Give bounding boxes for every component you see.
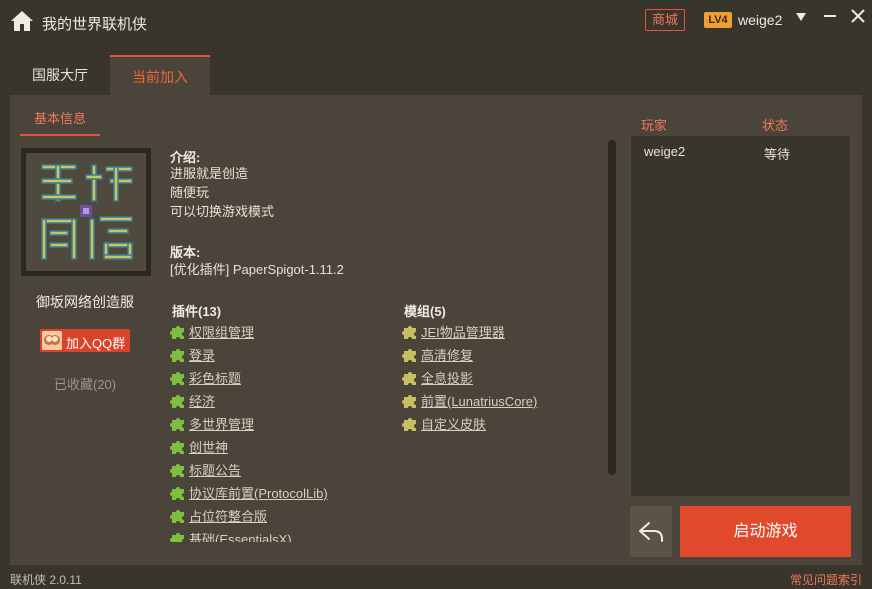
chevron-down-icon[interactable] bbox=[795, 12, 807, 22]
puzzle-piece-icon bbox=[402, 395, 416, 408]
start-game-button[interactable]: 启动游戏 bbox=[680, 506, 851, 557]
reply-arrow-icon bbox=[639, 522, 663, 542]
server-name: 御坂网络创造服 bbox=[36, 294, 134, 310]
list-item[interactable]: 基础(EssentialsX) bbox=[170, 527, 380, 542]
list-item[interactable]: 自定义皮肤 bbox=[402, 412, 612, 435]
intro-line: 可以切换游戏模式 bbox=[170, 204, 275, 219]
puzzle-piece-icon bbox=[170, 395, 184, 408]
intro-line: 进服就是创造 bbox=[170, 166, 249, 181]
list-item[interactable]: JEI物品管理器 bbox=[402, 320, 612, 343]
favorites-count: 已收藏(20) bbox=[53, 377, 117, 392]
list-item-link[interactable]: 权限组管理 bbox=[189, 322, 254, 341]
intro-line: 随便玩 bbox=[170, 185, 210, 200]
server-logo-art bbox=[41, 164, 133, 260]
puzzle-piece-icon bbox=[170, 464, 184, 477]
column-header-player: 玩家 bbox=[641, 118, 668, 133]
list-item-link[interactable]: 基础(EssentialsX) bbox=[189, 529, 292, 542]
tab-lobby[interactable]: 国服大厅 bbox=[12, 55, 108, 95]
list-item[interactable]: 多世界管理 bbox=[170, 412, 380, 435]
puzzle-piece-icon bbox=[170, 372, 184, 385]
username-label[interactable]: weige2 bbox=[738, 12, 782, 28]
faq-link[interactable]: 常见问题索引 bbox=[790, 571, 862, 588]
version-value: [优化插件] PaperSpigot-1.11.2 bbox=[170, 262, 344, 277]
close-icon[interactable] bbox=[850, 8, 866, 24]
column-header-status: 状态 bbox=[762, 118, 789, 133]
list-item[interactable]: 前置(LunatriusCore) bbox=[402, 389, 612, 412]
mods-list: JEI物品管理器 高清修复全息投影前置(LunatriusCore) 自定义皮肤 bbox=[402, 320, 612, 440]
list-item-link[interactable]: 经济 bbox=[189, 391, 215, 410]
puzzle-piece-icon bbox=[170, 487, 184, 500]
list-item[interactable]: 权限组管理 bbox=[170, 320, 380, 343]
list-item-link[interactable]: JEI物品管理器 bbox=[421, 322, 505, 341]
version-title: 版本: bbox=[170, 245, 201, 260]
list-item[interactable]: 协议库前置(ProtocolLib) bbox=[170, 481, 380, 504]
list-item-link[interactable]: 彩色标题 bbox=[189, 368, 241, 387]
list-item[interactable]: 高清修复 bbox=[402, 343, 612, 366]
list-item-link[interactable]: 前置(LunatriusCore) bbox=[421, 391, 537, 410]
list-item-link[interactable]: 全息投影 bbox=[421, 368, 473, 387]
minimize-icon[interactable] bbox=[822, 8, 838, 24]
list-item[interactable]: 占位符整合版 bbox=[170, 504, 380, 527]
list-item[interactable]: 经济 bbox=[170, 389, 380, 412]
puzzle-piece-icon bbox=[170, 326, 184, 339]
list-item-link[interactable]: 标题公告 bbox=[189, 460, 241, 479]
puzzle-piece-icon bbox=[170, 533, 184, 542]
puzzle-piece-icon bbox=[402, 349, 416, 362]
scrollbar-thumb[interactable] bbox=[608, 140, 616, 475]
list-item-link[interactable]: 登录 bbox=[189, 345, 215, 364]
plugins-list: 权限组管理登录彩色标题经济多世界管理创世神标题公告协议库前置(ProtocolL… bbox=[170, 320, 380, 542]
tab-current-join[interactable]: 当前加入 bbox=[110, 55, 210, 95]
player-name[interactable]: weige2 bbox=[644, 144, 685, 159]
intro-text: 进服就是创造 随便玩 可以切换游戏模式 bbox=[170, 164, 274, 221]
back-button[interactable] bbox=[630, 506, 672, 557]
puzzle-piece-icon bbox=[170, 441, 184, 454]
qq-button-label: 加入QQ群 bbox=[66, 336, 126, 351]
puzzle-piece-icon bbox=[170, 418, 184, 431]
list-item-link[interactable]: 占位符整合版 bbox=[189, 506, 267, 525]
puzzle-piece-icon bbox=[402, 326, 416, 339]
players-panel bbox=[630, 107, 851, 497]
puzzle-piece-icon bbox=[402, 372, 416, 385]
player-status: 等待 bbox=[764, 147, 791, 162]
list-item[interactable]: 全息投影 bbox=[402, 366, 612, 389]
tab-basic-info[interactable]: 基本信息 bbox=[20, 108, 100, 136]
list-item[interactable]: 创世神 bbox=[170, 435, 380, 458]
server-logo bbox=[21, 148, 151, 276]
shop-button[interactable]: 商城 bbox=[645, 9, 685, 31]
join-qq-group-button[interactable]: 加入QQ群 bbox=[40, 329, 130, 352]
list-item-link[interactable]: 自定义皮肤 bbox=[421, 414, 486, 433]
list-item[interactable]: 登录 bbox=[170, 343, 380, 366]
list-item-link[interactable]: 多世界管理 bbox=[189, 414, 254, 433]
puzzle-piece-icon bbox=[402, 418, 416, 431]
list-item-link[interactable]: 协议库前置(ProtocolLib) bbox=[189, 483, 328, 502]
list-item-link[interactable]: 创世神 bbox=[189, 437, 228, 456]
mods-title: 模组(5) bbox=[404, 304, 446, 319]
app-version: 联机侠 2.0.11 bbox=[10, 573, 82, 587]
puzzle-piece-icon bbox=[170, 349, 184, 362]
level-badge: LV4 bbox=[704, 12, 732, 28]
home-icon[interactable] bbox=[10, 10, 34, 32]
list-item[interactable]: 标题公告 bbox=[170, 458, 380, 481]
app-title: 我的世界联机侠 bbox=[42, 16, 148, 33]
list-item-link[interactable]: 高清修复 bbox=[421, 345, 473, 364]
qq-icon bbox=[42, 331, 62, 350]
plugins-title: 插件(13) bbox=[172, 304, 222, 319]
list-item[interactable]: 彩色标题 bbox=[170, 366, 380, 389]
puzzle-piece-icon bbox=[170, 510, 184, 523]
